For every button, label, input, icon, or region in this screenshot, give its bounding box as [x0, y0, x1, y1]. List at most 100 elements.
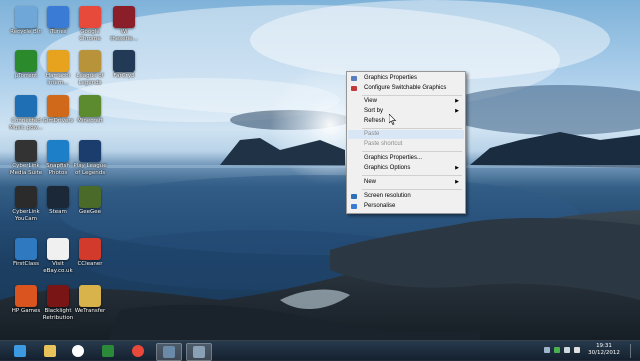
menu-item-screen-resolution[interactable]: Screen resolution: [348, 192, 464, 201]
hp-icon: [72, 345, 84, 357]
menu-item-personalise[interactable]: Personalise: [348, 202, 464, 211]
desktop-icon[interactable]: GimDrivers: [40, 95, 76, 135]
submenu-arrow-icon: ▶: [455, 165, 459, 171]
desktop-icon[interactable]: Steam: [40, 186, 76, 226]
desktop-icon[interactable]: League of Legends: [72, 50, 108, 90]
desktop-icon[interactable]: GeeGee: [72, 186, 108, 226]
menu-item-view[interactable]: View ▶: [348, 97, 464, 106]
desktop-icon[interactable]: CyberLink YouCam: [8, 186, 44, 226]
desktop-icon[interactable]: Visit eBay.co.uk: [40, 238, 76, 278]
desktop-icon[interactable]: Play League of Legends: [72, 140, 108, 180]
desktop-icon[interactable]: Snapfish Photos: [40, 140, 76, 180]
taskbar-button[interactable]: [186, 343, 212, 361]
desktop-icon[interactable]: FarCry3: [106, 50, 142, 90]
blacklight-icon: [47, 285, 69, 307]
taskbar-button[interactable]: [8, 343, 32, 359]
desktop-icon-label: Blacklight Retribution: [42, 308, 74, 321]
menu-item-graphics-options[interactable]: Graphics Options ▶: [348, 164, 464, 173]
menu-item-paste[interactable]: Paste: [348, 130, 464, 139]
desktop-context-menu: Graphics Properties Configure Switchable…: [346, 71, 466, 214]
music-icon: [15, 95, 37, 117]
desktop-icon[interactable]: HP Games: [8, 285, 44, 325]
taskbar-button[interactable]: [66, 343, 90, 359]
desktop-icon-label: GimDrivers: [42, 118, 74, 124]
desktop-icon[interactable]: Recycle Bin: [8, 6, 44, 46]
desktop-icon-label: Snapfish Photos: [46, 163, 70, 176]
hp-games-icon: [15, 285, 37, 307]
file-explorer-icon: [44, 345, 56, 357]
drivers-icon: [47, 95, 69, 117]
desktop-icon-label: Connected Music pow...: [9, 118, 43, 131]
desktop-icon-label: Wi thesetie...: [110, 29, 138, 42]
desktop-icon[interactable]: FirstClass: [8, 238, 44, 278]
menu-item-configure-switchable-graphics[interactable]: Configure Switchable Graphics: [348, 84, 464, 93]
submenu-arrow-icon: ▶: [455, 98, 459, 104]
farcry3-icon: [113, 50, 135, 72]
taskbar-button[interactable]: [126, 343, 150, 359]
switchable-graphics-icon: [351, 86, 357, 91]
snapfish-icon: [47, 140, 69, 162]
desktop-icon-label: Visit eBay.co.uk: [43, 261, 73, 274]
folder-icon: [79, 285, 101, 307]
menu-item-new[interactable]: New ▶: [348, 178, 464, 187]
desktop-icon[interactable]: Google Chrome: [72, 6, 108, 46]
desktop-icon[interactable]: CyberLink Media Suite: [8, 140, 44, 180]
network-icon[interactable]: [564, 347, 570, 353]
app-icon: [113, 6, 135, 28]
desktop-icon-label: Minecraft: [77, 118, 103, 124]
desktop-icon[interactable]: Minecraft: [72, 95, 108, 135]
menu-item-refresh[interactable]: Refresh: [348, 117, 464, 126]
window-icon: [193, 346, 205, 358]
submenu-arrow-icon: ▶: [455, 179, 459, 185]
desktop-icon[interactable]: WeTransfer: [72, 285, 108, 325]
menu-item-paste-shortcut[interactable]: Paste shortcut: [348, 140, 464, 149]
chrome-icon: [132, 345, 144, 357]
menu-separator: [362, 95, 462, 96]
clock-time: 19:31: [596, 343, 612, 349]
desktop-icon-label: WeTransfer: [74, 308, 106, 314]
desktop-icon-label: CCleaner: [77, 261, 103, 267]
desktop-icon-label: Hamachi Intern...: [45, 73, 71, 86]
menu-item-graphics-properties-dialog[interactable]: Graphics Properties...: [348, 154, 464, 163]
submenu-arrow-icon: ▶: [455, 108, 459, 114]
desktop-icon[interactable]: Hamachi Intern...: [40, 50, 76, 90]
desktop-icon-label: Recycle Bin: [10, 29, 42, 35]
volume-icon[interactable]: [574, 347, 580, 353]
show-desktop-button[interactable]: [630, 344, 635, 358]
desktop-icon-label: Google Chrome: [79, 29, 101, 42]
tray-up-arrow-icon[interactable]: [544, 347, 550, 353]
desktop-icon[interactable]: µTorrent: [8, 50, 44, 90]
desktop-icon[interactable]: Blacklight Retribution: [40, 285, 76, 325]
taskbar-button[interactable]: [38, 343, 62, 359]
menu-item-graphics-properties[interactable]: Graphics Properties: [348, 74, 464, 83]
steam-icon: [47, 186, 69, 208]
youcam-icon: [15, 186, 37, 208]
desktop-icon-label: CyberLink YouCam: [12, 209, 40, 222]
desktop-icon-label: FirstClass: [12, 261, 40, 267]
desktop-icon[interactable]: Wi thesetie...: [106, 6, 142, 46]
desktop-icon[interactable]: CCleaner: [72, 238, 108, 278]
clock-date: 30/12/2012: [588, 350, 620, 356]
itunes-icon: [47, 6, 69, 28]
lol-icon: [79, 50, 101, 72]
desktop-icon[interactable]: iTunes: [40, 6, 76, 46]
system-tray: 19:31 30/12/2012: [530, 341, 640, 361]
clock[interactable]: 19:31 30/12/2012: [584, 343, 624, 357]
menu-item-sort-by[interactable]: Sort by ▶: [348, 107, 464, 116]
menu-separator: [362, 128, 462, 129]
desktop-icon-label: CyberLink Media Suite: [9, 163, 43, 176]
battery-icon[interactable]: [554, 347, 560, 353]
firstclass-icon: [15, 238, 37, 260]
taskbar-button[interactable]: [96, 343, 120, 359]
globe-icon: [47, 50, 69, 72]
taskbar: 19:31 30/12/2012: [0, 340, 640, 361]
desktop-icon-label: µTorrent: [14, 73, 38, 79]
graphics-icon: [351, 76, 357, 81]
ebay-icon: [47, 238, 69, 260]
desktop-icon[interactable]: Connected Music pow...: [8, 95, 44, 135]
chrome-icon: [79, 6, 101, 28]
taskbar-button[interactable]: [156, 343, 182, 361]
screen-resolution-icon: [351, 194, 357, 199]
desktop-icon-label: FarCry3: [113, 73, 135, 79]
mouse-cursor-icon: [389, 114, 397, 125]
